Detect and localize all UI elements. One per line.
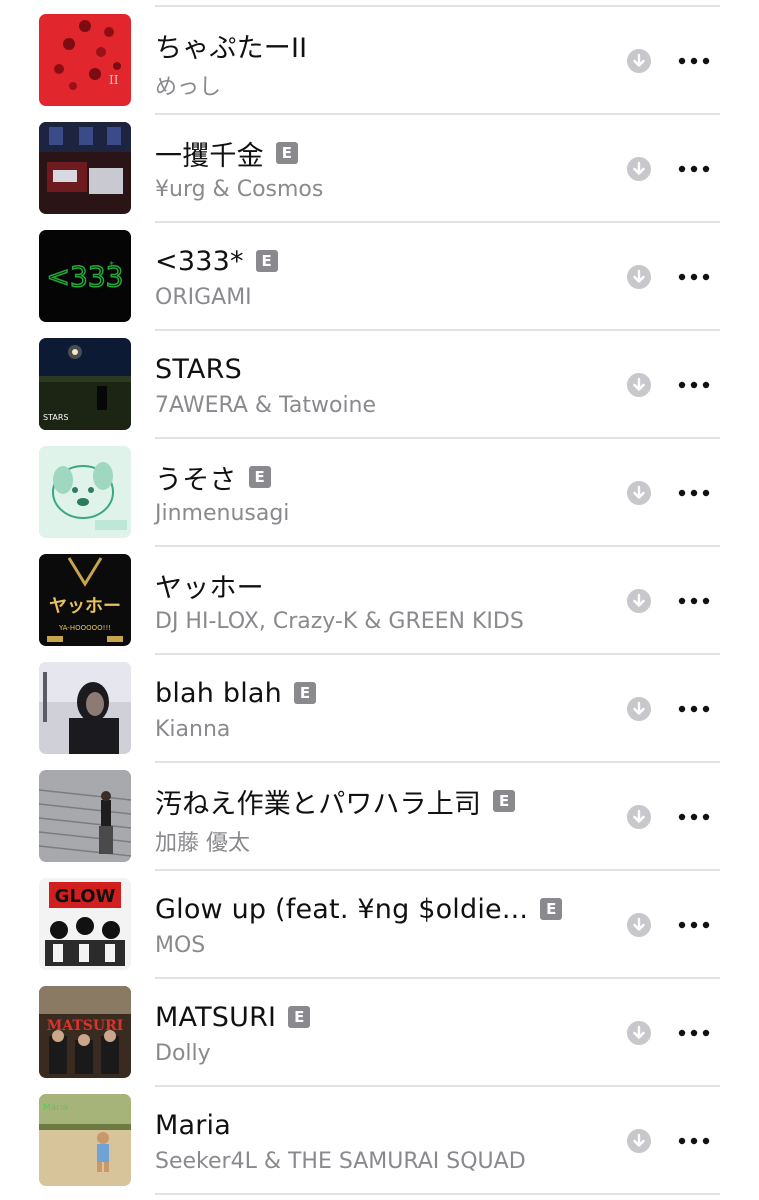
svg-text:ヤッホー: ヤッホー [49,596,121,617]
more-options-icon[interactable] [676,913,712,937]
song-row[interactable]: うそさ E Jinmenusagi [0,439,759,547]
more-options-icon[interactable] [676,805,712,829]
song-row[interactable]: blah blah E Kianna [0,655,759,763]
explicit-badge: E [293,682,316,704]
more-options-icon[interactable] [676,373,712,397]
song-title: うそさ [155,464,237,496]
more-options-icon[interactable] [676,265,712,289]
row-separator [155,1193,720,1195]
album-artwork: <333 * [39,230,131,322]
song-artist: Jinmenusagi [155,501,290,526]
song-row[interactable]: II ちゃぷたーII めっし [0,7,759,115]
download-icon[interactable] [627,481,651,505]
song-title: blah blah [155,677,282,709]
song-title: MATSURI [155,1001,277,1033]
song-title: STARS [155,353,242,385]
song-artist: Kianna [155,717,231,742]
download-icon[interactable] [627,913,651,937]
svg-text:GLOW: GLOW [55,886,116,907]
song-artist: 7AWERA & Tatwoine [155,393,377,418]
song-title-line: Glow up (feat. ¥ng $oldie... E [155,889,563,929]
song-title: <333* [155,245,244,277]
explicit-badge: E [493,790,516,812]
more-options-icon[interactable] [676,589,712,613]
album-artwork: STARS [39,338,131,430]
song-title: ヤッホー [155,572,264,604]
song-artist: MOS [155,933,206,958]
song-artist: ORIGAMI [155,285,252,310]
album-artwork: ヤッホー YA-HOOOOO!!! [39,554,131,646]
album-artwork: GLOW [39,878,131,970]
explicit-badge: E [275,142,298,164]
song-title-line: うそさ E [155,457,271,497]
song-title-line: 一攫千金 E [155,133,298,173]
album-artwork [39,446,131,538]
explicit-badge: E [288,1006,311,1028]
more-options-icon[interactable] [676,1021,712,1045]
song-artist: 加藤 優太 [155,831,250,856]
song-title-line: 汚ねえ作業とパワハラ上司 E [155,781,516,821]
song-title-line: <333* E [155,241,278,281]
song-title-line: STARS [155,349,242,389]
download-icon[interactable] [627,1129,651,1153]
download-icon[interactable] [627,373,651,397]
download-icon[interactable] [627,697,651,721]
explicit-badge: E [540,898,563,920]
song-title: 汚ねえ作業とパワハラ上司 [155,788,482,820]
download-icon[interactable] [627,589,651,613]
song-row[interactable]: ヤッホー YA-HOOOOO!!! ヤッホー DJ HI-LOX, Crazy-K &… [0,547,759,655]
song-row[interactable]: <333 * <333* E ORIGAMI [0,223,759,331]
song-row[interactable]: 汚ねえ作業とパワハラ上司 E 加藤 優太 [0,763,759,871]
song-title-line: ヤッホー [155,565,264,605]
album-artwork [39,662,131,754]
explicit-badge: E [255,250,278,272]
download-icon[interactable] [627,49,651,73]
song-row[interactable]: Maria Maria Seeker4L & THE SAMURAI SQUAD [0,1087,759,1195]
album-artwork: II [39,14,131,106]
more-options-icon[interactable] [676,697,712,721]
svg-text:STARS: STARS [43,413,68,422]
svg-text:YA-HOOOOO!!!: YA-HOOOOO!!! [58,624,111,632]
album-artwork: Maria [39,1094,131,1186]
download-icon[interactable] [627,1021,651,1045]
album-artwork [39,770,131,862]
svg-text:*: * [109,260,114,271]
song-row[interactable]: GLOW Glow up (feat. ¥ng $oldie... E MOS [0,871,759,979]
song-artist: Dolly [155,1041,211,1066]
song-artist: Seeker4L & THE SAMURAI SQUAD [155,1149,526,1174]
song-row[interactable]: 一攫千金 E ¥urg & Cosmos [0,115,759,223]
download-icon[interactable] [627,265,651,289]
explicit-badge: E [248,466,271,488]
song-title: Glow up (feat. ¥ng $oldie... [155,893,529,925]
song-title-line: Maria [155,1105,231,1145]
more-options-icon[interactable] [676,157,712,181]
song-title: ちゃぷたーII [155,32,308,64]
song-row[interactable]: STARS STARS 7AWERA & Tatwoine [0,331,759,439]
download-icon[interactable] [627,157,651,181]
more-options-icon[interactable] [676,481,712,505]
song-title: 一攫千金 [155,140,264,172]
song-artist: めっし [155,75,222,100]
more-options-icon[interactable] [676,1129,712,1153]
song-title-line: MATSURI E [155,997,311,1037]
svg-text:Maria: Maria [43,1103,68,1113]
download-icon[interactable] [627,805,651,829]
song-title: Maria [155,1109,231,1141]
album-artwork: MATSURI [39,986,131,1078]
song-artist: ¥urg & Cosmos [155,177,324,202]
more-options-icon[interactable] [676,49,712,73]
svg-text:II: II [109,73,119,87]
song-title-line: blah blah E [155,673,316,713]
song-title-line: ちゃぷたーII [155,25,307,65]
song-row[interactable]: MATSURI MATSURI E Dolly [0,979,759,1087]
song-artist: DJ HI-LOX, Crazy-K & GREEN KIDS [155,609,524,634]
album-artwork [39,122,131,214]
song-list: II ちゃぷたーII めっし 一攫千金 E ¥urg & Cosmos <333 * <333*… [0,0,759,1200]
